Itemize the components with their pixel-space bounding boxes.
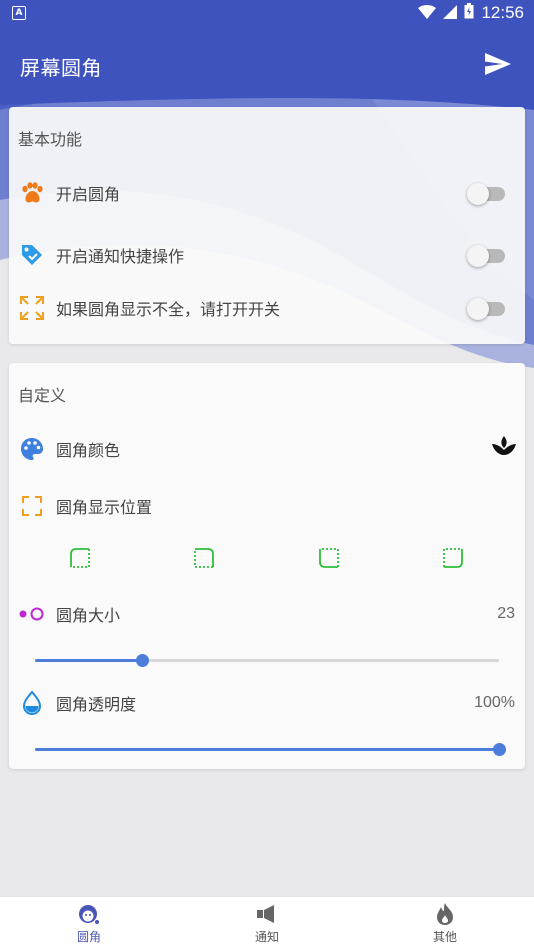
nav-label: 其他 [432,930,457,944]
expand-icon [19,295,45,321]
position-bottom-left-toggle[interactable] [318,547,340,569]
nav-tab-corners[interactable]: 圆角 [0,897,178,950]
setting-label: 开启圆角 [56,185,121,204]
position-top-left-toggle[interactable] [69,547,91,569]
setting-label: 圆角大小 [56,606,121,625]
custom-settings-card: 自定义 圆角颜色 圆角显示位置 圆角大小 23 圆角透明度 100% [9,363,525,769]
basic-settings-card: 基本功能 开启圆角 开启通知快捷操作 如果圆角显示不全，请打开开关 [9,107,525,344]
section-title-basic: 基本功能 [18,130,83,149]
nav-tab-other[interactable]: 其他 [356,897,534,950]
setting-label: 圆角透明度 [56,695,137,714]
send-button[interactable] [482,50,514,82]
corner-face-icon [78,902,100,926]
setting-row-notification-shortcut[interactable]: 开启通知快捷操作 [19,235,515,275]
setting-row-corner-color[interactable]: 圆角颜色 [19,429,517,469]
app-bar: 屏幕圆角 [0,26,534,106]
nav-label: 通知 [254,930,279,944]
full-display-toggle[interactable] [467,298,505,320]
position-bottom-right-toggle[interactable] [442,547,464,569]
size-dots-icon [19,601,45,627]
position-top-right-toggle[interactable] [193,547,215,569]
corner-opacity-slider[interactable] [35,740,506,760]
speaker-icon [256,902,278,926]
flame-icon [435,902,455,926]
section-title-custom: 自定义 [18,386,67,405]
app-notification-icon: A [12,6,26,20]
nav-tab-notifications[interactable]: 通知 [178,897,356,950]
page-title: 屏幕圆角 [20,55,102,80]
slider-thumb[interactable] [136,654,149,667]
bottom-navigation: 圆角 通知 其他 [0,896,534,950]
status-bar: A 12:56 [0,0,534,26]
send-icon [485,53,511,79]
notification-shortcut-toggle[interactable] [467,245,505,267]
corner-position-options [9,547,525,573]
signal-icon [443,4,458,23]
setting-row-full-display[interactable]: 如果圆角显示不全，请打开开关 [19,288,515,328]
water-drop-icon [19,690,45,716]
battery-icon [464,3,474,23]
clock: 12:56 [481,3,524,22]
setting-label: 圆角显示位置 [56,498,153,517]
setting-row-corner-size: 圆角大小 23 [19,594,515,634]
wifi-icon [418,4,437,23]
enable-corners-toggle[interactable] [467,183,505,205]
nav-label: 圆角 [76,930,101,944]
color-picker-icon[interactable] [491,436,517,462]
corner-size-slider[interactable] [35,651,499,671]
corner-opacity-value: 100% [474,694,515,711]
setting-row-corner-position: 圆角显示位置 [19,486,515,526]
corner-position-icon [19,493,45,519]
tag-icon [19,242,45,268]
palette-icon [19,436,45,462]
setting-label: 圆角颜色 [56,441,121,460]
setting-label: 如果圆角显示不全，请打开开关 [56,300,281,319]
setting-label: 开启通知快捷操作 [56,247,185,266]
corner-size-value: 23 [497,605,515,622]
setting-row-enable-corners[interactable]: 开启圆角 [19,173,515,213]
setting-row-corner-opacity: 圆角透明度 100% [19,683,515,723]
slider-thumb[interactable] [493,743,506,756]
paw-icon [19,180,45,206]
